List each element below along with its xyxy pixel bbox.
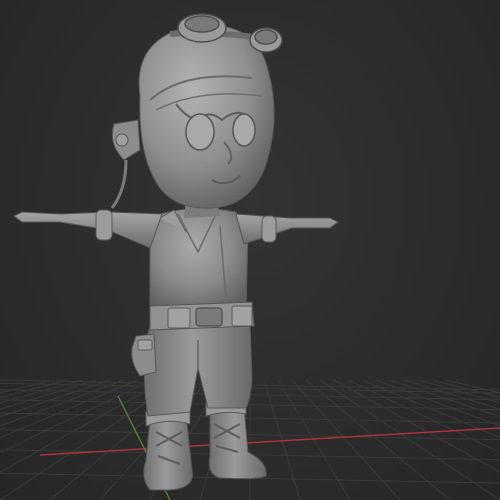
left-boot	[143, 406, 194, 491]
trousers	[143, 321, 253, 417]
right-eye	[232, 113, 256, 147]
left-eye	[185, 113, 215, 151]
holster	[131, 333, 157, 377]
grid-line	[0, 379, 83, 404]
head	[110, 24, 275, 209]
right-arm	[235, 213, 339, 245]
belt	[149, 301, 255, 331]
grid-line	[0, 379, 139, 439]
3d-viewport[interactable]	[0, 0, 500, 500]
viewport-canvas[interactable]	[0, 0, 500, 500]
grid-line	[0, 379, 97, 410]
ear-flap-strap	[110, 159, 128, 209]
vest	[149, 207, 249, 315]
floor-grid	[0, 379, 500, 500]
left-arm	[13, 209, 163, 249]
right-boot	[205, 397, 267, 480]
